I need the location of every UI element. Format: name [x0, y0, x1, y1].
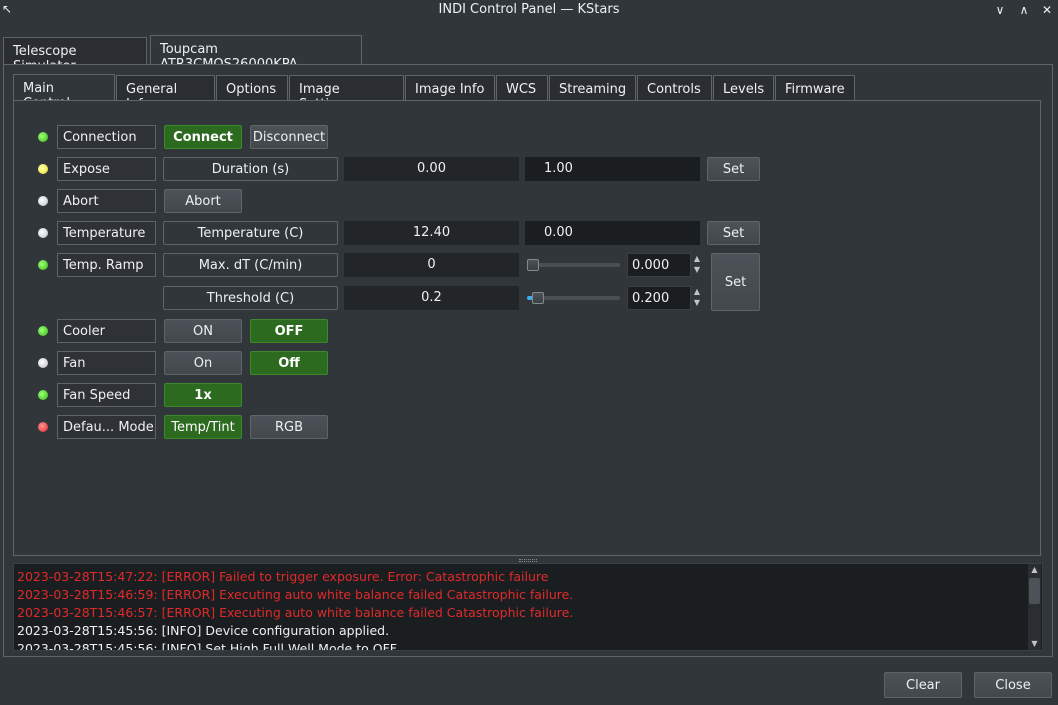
expose-status-led: [38, 164, 48, 174]
fan-off-button[interactable]: Off: [250, 351, 328, 375]
scroll-down-icon[interactable]: ▼: [1029, 639, 1040, 649]
tab-label: Levels: [723, 82, 765, 97]
cooler-status-led: [38, 326, 48, 336]
fan-speed-label: Fan Speed: [57, 383, 156, 407]
tab-label: Image Info: [415, 82, 485, 97]
log-scrollbar-handle[interactable]: [1029, 578, 1040, 604]
cooler-off-button[interactable]: OFF: [250, 319, 328, 343]
tab-label: Firmware: [785, 82, 845, 97]
abort-button[interactable]: Abort: [164, 189, 242, 213]
tab-image-info[interactable]: Image Info: [405, 75, 495, 101]
temperature-status-led: [38, 228, 48, 238]
max-dt-spinbox[interactable]: 0.000: [627, 253, 691, 277]
splitter-handle[interactable]: [519, 559, 537, 562]
tab-label: WCS: [506, 82, 537, 97]
close-icon[interactable]: ✕: [1038, 1, 1056, 19]
minimize-icon[interactable]: ∨: [991, 1, 1009, 19]
max-dt-current-value: 0: [344, 253, 519, 277]
rgb-button[interactable]: RGB: [250, 415, 328, 439]
temperature-set-button[interactable]: Set: [707, 221, 760, 245]
duration-element-label: Duration (s): [163, 157, 338, 181]
temperature-label: Temperature: [57, 221, 156, 245]
cooler-label: Cooler: [57, 319, 156, 343]
tab-main-control[interactable]: Main Control: [13, 74, 115, 111]
disconnect-button[interactable]: Disconnect: [250, 125, 328, 149]
log-line: 2023-03-28T15:46:57: [ERROR] Executing a…: [17, 605, 574, 620]
temp-tint-button[interactable]: Temp/Tint: [164, 415, 242, 439]
tab-options[interactable]: Options: [216, 75, 288, 101]
clear-button[interactable]: Clear: [884, 672, 962, 698]
duration-current-value: 0.00: [344, 157, 519, 181]
max-dt-slider-track[interactable]: [527, 263, 620, 267]
max-dt-spin-arrows-icon[interactable]: ▲ ▼: [691, 253, 703, 277]
log-scrollbar[interactable]: [1028, 564, 1041, 650]
maximize-icon[interactable]: ∧: [1015, 1, 1033, 19]
expose-set-button[interactable]: Set: [707, 157, 760, 181]
log-line: 2023-03-28T15:45:56: [INFO] Set High Ful…: [17, 641, 397, 650]
abort-label: Abort: [57, 189, 156, 213]
threshold-element-label: Threshold (C): [163, 286, 338, 310]
max-dt-slider-handle[interactable]: [527, 259, 539, 271]
fan-label: Fan: [57, 351, 156, 375]
tab-label: Controls: [647, 82, 701, 97]
tab-image-settings[interactable]: Image Settings: [289, 75, 404, 112]
fan-speed-status-led: [38, 390, 48, 400]
temperature-element-label: Temperature (C): [163, 221, 338, 245]
tab-label: Options: [226, 82, 277, 97]
log-line: 2023-03-28T15:46:59: [ERROR] Executing a…: [17, 587, 574, 602]
threshold-spinbox[interactable]: 0.200: [627, 286, 691, 310]
fan-status-led: [38, 358, 48, 368]
temp-ramp-set-button[interactable]: Set: [711, 253, 760, 311]
temperature-current-value: 12.40: [344, 221, 519, 245]
temperature-input[interactable]: 0.00: [525, 221, 700, 245]
default-mode-status-led: [38, 422, 48, 432]
connection-label: Connection: [57, 125, 156, 149]
threshold-current-value: 0.2: [344, 286, 519, 310]
default-mode-label: Defau... Mode: [57, 415, 156, 439]
connection-status-led: [38, 132, 48, 142]
window-title: INDI Control Panel — KStars: [438, 2, 620, 17]
threshold-slider-handle[interactable]: [532, 292, 544, 304]
tab-toupcam[interactable]: Toupcam ATR3CMOS26000KPA: [150, 35, 362, 72]
tab-wcs[interactable]: WCS: [496, 75, 548, 101]
duration-input[interactable]: 1.00: [525, 157, 700, 181]
connect-button[interactable]: Connect: [164, 125, 242, 149]
log-line: 2023-03-28T15:45:56: [INFO] Device confi…: [17, 623, 390, 638]
fan-on-button[interactable]: On: [164, 351, 242, 375]
cooler-on-button[interactable]: ON: [164, 319, 242, 343]
max-dt-element-label: Max. dT (C/min): [163, 253, 338, 277]
tab-streaming[interactable]: Streaming: [549, 75, 636, 101]
close-button[interactable]: Close: [974, 672, 1052, 698]
scroll-up-icon[interactable]: ▲: [1029, 565, 1040, 575]
fan-speed-1x-button[interactable]: 1x: [164, 383, 242, 407]
tab-telescope-simulator[interactable]: Telescope Simulator: [3, 37, 147, 74]
abort-status-led: [38, 196, 48, 206]
temp-ramp-status-led: [38, 260, 48, 270]
tab-label: Streaming: [559, 82, 627, 97]
tab-firmware[interactable]: Firmware: [775, 75, 855, 101]
temp-ramp-label: Temp. Ramp: [57, 253, 156, 277]
tab-levels[interactable]: Levels: [713, 75, 774, 101]
tab-general-info[interactable]: General Info: [116, 75, 215, 112]
log-line: 2023-03-28T15:47:22: [ERROR] Failed to t…: [17, 569, 549, 584]
threshold-spin-arrows-icon[interactable]: ▲ ▼: [691, 286, 703, 310]
expose-label: Expose: [57, 157, 156, 181]
tab-controls[interactable]: Controls: [637, 75, 712, 101]
